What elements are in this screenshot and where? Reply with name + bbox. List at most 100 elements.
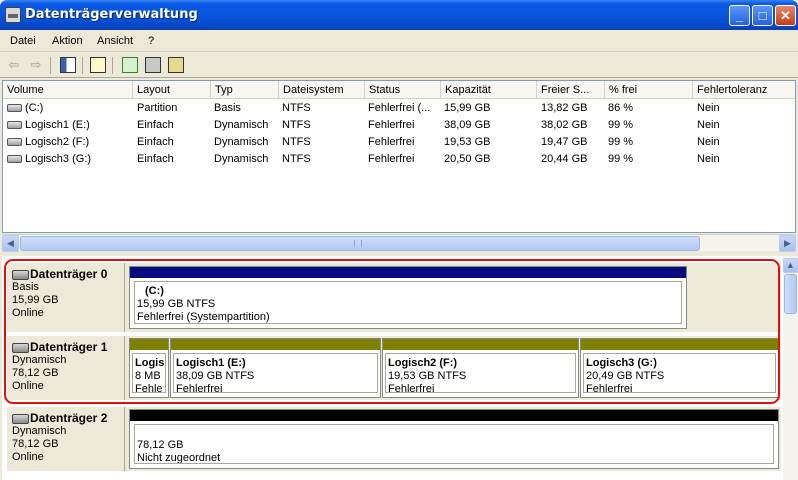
cell-kapazitaet: 19,53 GB (444, 136, 491, 148)
cell-volume: (C:) (25, 102, 44, 114)
cell-fehlertoleranz: Nein (697, 119, 720, 131)
drive-icon (7, 155, 22, 163)
rescan-icon[interactable] (145, 57, 161, 73)
disk-map: Datenträger 0 Basis 15,99 GB Online (C:)… (2, 256, 783, 480)
cell-layout: Einfach (137, 136, 174, 148)
partition-bar (130, 410, 778, 421)
table-row[interactable]: Logisch3 (G:) Einfach Dynamisch NTFS Feh… (3, 151, 795, 168)
cell-freier-speicher: 19,47 GB (541, 136, 588, 148)
scroll-up-button[interactable]: ▲ (783, 258, 798, 273)
cell-typ: Dynamisch (214, 136, 269, 148)
horizontal-scroll-thumb[interactable] (20, 236, 700, 251)
refresh-icon[interactable] (122, 57, 138, 73)
toolbar-separator (112, 57, 113, 74)
cell-dateisystem: NTFS (282, 119, 311, 131)
partition-status: Fehlerfrei (388, 383, 435, 393)
menu-help[interactable]: ? (148, 35, 154, 47)
disk-2-name: Datenträger 2 (12, 411, 124, 425)
minimize-button[interactable]: _ (729, 5, 750, 26)
column-layout[interactable]: Layout (133, 81, 211, 99)
cell-typ: Basis (214, 102, 241, 114)
window-title: Datenträgerverwaltung (25, 7, 198, 22)
cell-kapazitaet: 15,99 GB (444, 102, 491, 114)
cell-status: Fehlerfrei (368, 153, 415, 165)
partition-bar (171, 339, 380, 350)
scroll-right-button[interactable]: ▶ (779, 235, 796, 252)
disk-2[interactable]: Datenträger 2 Dynamisch 78,12 GB Online … (7, 407, 781, 471)
partition-info: 78,12 GB (137, 439, 184, 451)
partition-info: 15,99 GB NTFS (137, 298, 216, 310)
partition-box: Logisch3 (G:) 20,49 GB NTFS Fehlerfrei (583, 353, 776, 393)
partition-bar (581, 339, 778, 350)
drive-icon (7, 104, 22, 112)
disk-0-name: Datenträger 0 (12, 267, 124, 281)
partition-status: Fehlerfrei (176, 383, 223, 393)
disk-2-state: Online (12, 451, 44, 463)
partition-small[interactable]: Logis 8 MB Fehle (129, 338, 169, 398)
column-typ[interactable]: Typ (211, 81, 279, 99)
partition-g[interactable]: Logisch3 (G:) 20,49 GB NTFS Fehlerfrei (580, 338, 779, 398)
partition-e[interactable]: Logisch1 (E:) 38,09 GB NTFS Fehlerfrei (170, 338, 381, 398)
disk-1[interactable]: Datenträger 1 Dynamisch 78,12 GB Online … (7, 336, 781, 400)
partition-status: Fehlerfrei (Systempartition) (137, 311, 270, 323)
menu-aktion[interactable]: Aktion (52, 35, 83, 47)
partition-bar (383, 339, 578, 350)
table-row[interactable]: Logisch2 (F:) Einfach Dynamisch NTFS Feh… (3, 134, 795, 151)
column-dateisystem[interactable]: Dateisystem (279, 81, 365, 99)
partition-info: 8 MB (135, 370, 161, 382)
show-hide-tree-icon[interactable] (60, 57, 76, 73)
partition-box: Logisch1 (E:) 38,09 GB NTFS Fehlerfrei (173, 353, 378, 393)
cell-dateisystem: NTFS (282, 136, 311, 148)
partition-name: Logisch3 (G:) (586, 357, 657, 369)
disk-0-type: Basis (12, 281, 39, 293)
cell-status: Fehlerfrei (368, 119, 415, 131)
disk-0-state: Online (12, 307, 44, 319)
menu-ansicht[interactable]: Ansicht (97, 35, 133, 47)
cell-layout: Einfach (137, 119, 174, 131)
column-status[interactable]: Status (365, 81, 441, 99)
cell-dateisystem: NTFS (282, 153, 311, 165)
forward-icon[interactable]: ⇨ (28, 57, 44, 73)
scroll-grip-icon (354, 240, 362, 247)
toolbar: ⇦ ⇨ (0, 53, 798, 78)
close-button[interactable]: ✕ (775, 5, 796, 26)
partition-box: 78,12 GB Nicht zugeordnet (134, 424, 774, 464)
partition-box: Logisch2 (F:) 19,53 GB NTFS Fehlerfrei (385, 353, 576, 393)
cell-layout: Einfach (137, 153, 174, 165)
partition-unallocated[interactable]: 78,12 GB Nicht zugeordnet (129, 409, 779, 469)
vertical-scroll-thumb[interactable] (784, 274, 797, 314)
disk-management-icon[interactable] (5, 7, 21, 23)
disk-0[interactable]: Datenträger 0 Basis 15,99 GB Online (C:)… (7, 263, 781, 332)
settings-icon[interactable] (168, 57, 184, 73)
cell-typ: Dynamisch (214, 119, 269, 131)
column-freier-speicher[interactable]: Freier S... (537, 81, 605, 99)
vertical-scrollbar[interactable]: ▲ (783, 256, 798, 480)
column-volume[interactable]: Volume (3, 81, 133, 99)
back-icon[interactable]: ⇦ (6, 57, 22, 73)
menu-datei[interactable]: Datei (10, 35, 36, 47)
disk-1-size: 78,12 GB (12, 367, 59, 379)
horizontal-scrollbar[interactable]: ◀ ▶ (2, 234, 796, 252)
disk-2-label[interactable]: Datenträger 2 Dynamisch 78,12 GB Online (7, 407, 125, 471)
partition-bar (130, 339, 168, 350)
column-prozent-frei[interactable]: % frei (605, 81, 693, 99)
partition-status: Nicht zugeordnet (137, 452, 221, 464)
table-row[interactable]: (C:) Partition Basis NTFS Fehlerfrei (..… (3, 100, 795, 117)
table-row[interactable]: Logisch1 (E:) Einfach Dynamisch NTFS Feh… (3, 117, 795, 134)
disk-0-label[interactable]: Datenträger 0 Basis 15,99 GB Online (7, 263, 125, 332)
column-fehlertoleranz[interactable]: Fehlertoleranz (693, 81, 795, 99)
maximize-button[interactable]: □ (752, 5, 773, 26)
properties-icon[interactable] (90, 57, 106, 73)
disk-1-name: Datenträger 1 (12, 340, 124, 354)
list-header: Volume Layout Typ Dateisystem Status Kap… (3, 81, 795, 99)
volume-list[interactable]: Volume Layout Typ Dateisystem Status Kap… (2, 80, 796, 233)
partition-c[interactable]: (C:) 15,99 GB NTFS Fehlerfrei (Systempar… (129, 266, 687, 329)
disk-1-label[interactable]: Datenträger 1 Dynamisch 78,12 GB Online (7, 336, 125, 400)
column-kapazitaet[interactable]: Kapazität (441, 81, 537, 99)
partition-f[interactable]: Logisch2 (F:) 19,53 GB NTFS Fehlerfrei (382, 338, 579, 398)
cell-prozent-frei: 86 % (608, 102, 634, 114)
cell-freier-speicher: 20,44 GB (541, 153, 588, 165)
cell-volume: Logisch2 (F:) (25, 136, 90, 148)
disk-2-size: 78,12 GB (12, 438, 59, 450)
scroll-left-button[interactable]: ◀ (2, 235, 19, 252)
